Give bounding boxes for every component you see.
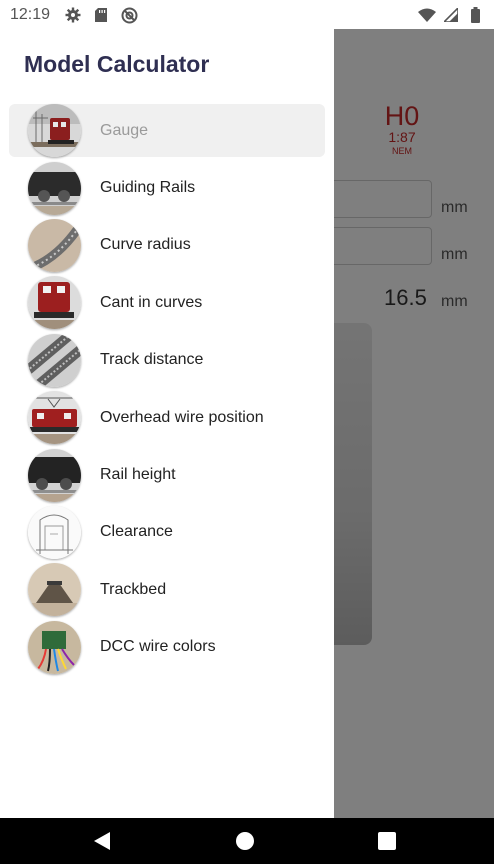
navigation-drawer: Model Calculator Gauge Guiding Rails Cur… [0,29,334,818]
menu-item-overhead-wire-position[interactable]: Overhead wire position [0,389,334,446]
menu-label-gauge: Gauge [100,121,149,139]
menu-item-guiding-rails[interactable]: Guiding Rails [0,159,334,216]
rail-height-thumbnail [28,448,81,502]
menu-label-cant-in-curves: Cant in curves [100,293,203,311]
guiding-rails-thumbnail [28,161,81,215]
menu-label-track-distance: Track distance [100,351,204,369]
dcc-wire-colors-thumbnail [28,620,81,674]
menu-label-overhead-wire-position: Overhead wire position [100,408,264,426]
menu-item-rail-height[interactable]: Rail height [0,446,334,503]
curve-radius-thumbnail [28,218,81,272]
menu-label-curve-radius: Curve radius [100,236,191,254]
track-distance-thumbnail [28,333,81,387]
overhead-wire-thumbnail [28,391,81,445]
status-bar: 12:19 [0,0,494,29]
menu-item-curve-radius[interactable]: Curve radius [0,217,334,274]
drawer-menu: Gauge Guiding Rails Curve radius Cant in… [0,102,334,676]
menu-item-dcc-wire-colors[interactable]: DCC wire colors [0,619,334,676]
status-time: 12:19 [10,6,51,23]
gauge-thumbnail [28,104,81,158]
wifi-icon [418,6,436,24]
trackbed-thumbnail [28,563,81,617]
battery-icon [466,6,484,24]
signal-icon [442,6,460,24]
menu-label-guiding-rails: Guiding Rails [100,179,196,197]
cant-in-curves-thumbnail [28,276,81,330]
back-icon[interactable] [92,831,112,851]
menu-item-trackbed[interactable]: Trackbed [0,561,334,618]
menu-item-cant-in-curves[interactable]: Cant in curves [0,274,334,331]
sync-icon [120,6,138,24]
menu-label-dcc-wire-colors: DCC wire colors [100,638,216,656]
home-icon[interactable] [235,831,255,851]
sd-card-icon [92,6,110,24]
gear-icon [64,6,82,24]
menu-item-clearance[interactable]: Clearance [0,504,334,561]
menu-item-track-distance[interactable]: Track distance [0,332,334,389]
clearance-thumbnail [28,505,81,559]
recents-icon[interactable] [377,831,397,851]
menu-item-gauge[interactable]: Gauge [0,102,334,159]
system-nav-bar [0,818,494,864]
menu-label-trackbed: Trackbed [100,580,167,598]
drawer-title: Model Calculator [24,51,210,77]
menu-label-rail-height: Rail height [100,466,176,484]
menu-label-clearance: Clearance [100,523,173,541]
